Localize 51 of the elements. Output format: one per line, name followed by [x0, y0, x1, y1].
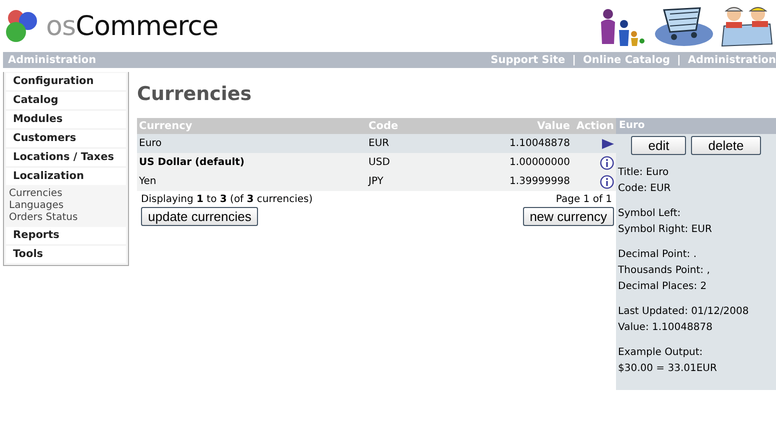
info-text: Code: EUR: [618, 182, 672, 196]
info-panel-title: Euro: [616, 118, 776, 134]
info-text: Last Updated: 01/12/2008: [618, 305, 750, 319]
info-icon[interactable]: [600, 156, 614, 170]
table-cell: EUR: [366, 134, 437, 153]
update-currencies-button[interactable]: update currencies: [141, 207, 258, 226]
workers-drawing: [720, 4, 774, 48]
table-cell: 1.10048878: [436, 134, 572, 153]
sidebar-item[interactable]: Reports: [6, 227, 126, 244]
logo-text: osCommerce: [46, 12, 218, 40]
top-bar-title: Administration: [8, 54, 96, 66]
info-text: Decimal Point: .: [618, 248, 698, 262]
info-text: Decimal Places: 2: [618, 280, 708, 294]
info-text: $30.00 = 33.01EUR: [618, 362, 718, 376]
sidebar-item[interactable]: Customers: [6, 130, 126, 147]
separator: |: [572, 54, 576, 66]
table-cell: Yen: [137, 172, 367, 191]
page-indicator: Page 1 of 1: [556, 194, 612, 205]
sidebar-item[interactable]: Localization: [6, 168, 126, 185]
table-row[interactable]: US Dollar (default) USD 1.00000000: [137, 153, 616, 172]
info-text: Example Output:: [618, 346, 704, 360]
table-row[interactable]: Euro EUR 1.10048878: [137, 134, 616, 153]
table-cell: JPY: [366, 172, 437, 191]
sidebar-item[interactable]: Catalog: [6, 92, 126, 109]
info-text: Symbol Left:: [618, 207, 682, 221]
table-cell: 1.39999998: [436, 172, 572, 191]
play-arrow-icon[interactable]: [602, 138, 614, 150]
sidebar-link[interactable]: Currencies: [9, 188, 123, 200]
sidebar-link[interactable]: Orders Status: [9, 212, 123, 224]
table-cell: USD: [366, 153, 437, 172]
page-title: Currencies: [137, 82, 253, 106]
paging-summary: Displaying 1 to 3 (of 3 currencies): [141, 194, 313, 205]
sidebar-item[interactable]: Tools: [6, 246, 126, 263]
info-icon[interactable]: [600, 174, 614, 188]
table-row[interactable]: Yen JPY 1.39999998: [137, 172, 616, 191]
info-text: Symbol Right: EUR: [618, 223, 713, 237]
action-button[interactable]: delete: [691, 136, 761, 155]
sidebar-item[interactable]: Configuration: [6, 73, 126, 90]
info-text: Thousands Point: ,: [618, 264, 711, 278]
sidebar-item[interactable]: Modules: [6, 111, 126, 128]
separator: |: [677, 54, 681, 66]
table-cell: US Dollar (default): [137, 153, 367, 172]
table-cell: Euro: [137, 134, 367, 153]
new-currency-button[interactable]: new currency: [522, 207, 614, 226]
action-button[interactable]: edit: [631, 136, 686, 155]
shopping-cart-drawing: [652, 4, 714, 48]
sidebar-link[interactable]: Languages: [9, 200, 123, 212]
sidebar-item[interactable]: Locations / Taxes: [6, 149, 126, 166]
table-cell: 1.00000000: [436, 153, 572, 172]
info-text: Title: Euro: [618, 166, 670, 180]
info-text: Value: 1.10048878: [618, 321, 714, 335]
